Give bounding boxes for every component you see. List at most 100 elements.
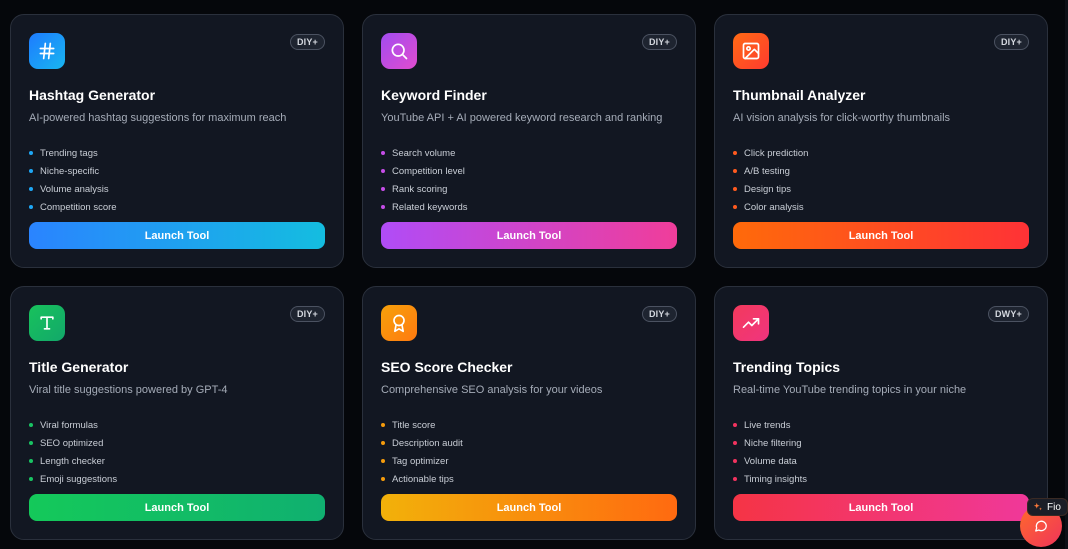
feature-list: Live trends Niche filtering Volume data … <box>733 416 807 488</box>
feature-list: Trending tags Niche-specific Volume anal… <box>29 144 117 216</box>
feature-label: Volume analysis <box>40 183 109 195</box>
plan-badge: DIY+ <box>641 34 677 50</box>
feature-label: Tag optimizer <box>392 455 449 467</box>
feature-item: Tag optimizer <box>381 452 463 470</box>
search-icon <box>381 33 417 69</box>
tool-title: Thumbnail Analyzer <box>733 87 866 103</box>
feature-item: Rank scoring <box>381 180 468 198</box>
hash-icon <box>29 33 65 69</box>
launch-tool-button[interactable]: Launch Tool <box>29 494 325 521</box>
feature-label: Color analysis <box>744 201 804 213</box>
launch-tool-button[interactable]: Launch Tool <box>381 494 677 521</box>
bullet-dot <box>29 477 33 481</box>
feature-item: Viral formulas <box>29 416 117 434</box>
feature-item: Click prediction <box>733 144 808 162</box>
feature-label: Description audit <box>392 437 463 449</box>
feature-label: Design tips <box>744 183 791 195</box>
feature-item: Volume analysis <box>29 180 117 198</box>
bullet-dot <box>381 441 385 445</box>
bullet-dot <box>29 441 33 445</box>
launch-tool-button[interactable]: Launch Tool <box>733 494 1029 521</box>
plan-badge: DIY+ <box>289 306 325 322</box>
feature-label: Volume data <box>744 455 797 467</box>
plan-badge: DWY+ <box>987 306 1029 322</box>
bullet-dot <box>733 187 737 191</box>
feature-item: Search volume <box>381 144 468 162</box>
tool-card-hashtag-generator: DIY+ Hashtag Generator AI-powered hashta… <box>10 14 344 268</box>
feature-item: Niche-specific <box>29 162 117 180</box>
feature-label: Emoji suggestions <box>40 473 118 485</box>
bullet-dot <box>29 459 33 463</box>
plan-badge: DIY+ <box>993 34 1029 50</box>
tools-grid: DIY+ Hashtag Generator AI-powered hashta… <box>10 14 1048 540</box>
feature-label: Viral formulas <box>40 419 98 431</box>
tool-title: Keyword Finder <box>381 87 487 103</box>
bullet-dot <box>29 205 33 209</box>
chat-bubble-icon <box>1034 519 1048 533</box>
feature-item: Timing insights <box>733 470 807 488</box>
feature-label: Niche filtering <box>744 437 802 449</box>
feature-item: Competition score <box>29 198 117 216</box>
feature-item: Live trends <box>733 416 807 434</box>
tool-card-thumbnail-analyzer: DIY+ Thumbnail Analyzer AI vision analys… <box>714 14 1048 268</box>
feature-list: Viral formulas SEO optimized Length chec… <box>29 416 117 488</box>
feature-item: Actionable tips <box>381 470 463 488</box>
feature-label: Competition level <box>392 165 465 177</box>
bullet-dot <box>381 151 385 155</box>
bullet-dot <box>29 151 33 155</box>
tool-card-title-generator: DIY+ Title Generator Viral title suggest… <box>10 286 344 540</box>
feature-item: Length checker <box>29 452 117 470</box>
bullet-dot <box>381 477 385 481</box>
launch-tool-button[interactable]: Launch Tool <box>29 222 325 249</box>
feature-label: Competition score <box>40 201 117 213</box>
tool-title: Hashtag Generator <box>29 87 156 103</box>
bullet-dot <box>381 423 385 427</box>
feature-label: Click prediction <box>744 147 809 159</box>
tool-title: Trending Topics <box>733 359 841 375</box>
feature-label: Live trends <box>744 419 791 431</box>
launch-tool-button[interactable]: Launch Tool <box>733 222 1029 249</box>
launch-tool-button[interactable]: Launch Tool <box>381 222 677 249</box>
bullet-dot <box>381 187 385 191</box>
tool-card-seo-score-checker: DIY+ SEO Score Checker Comprehensive SEO… <box>362 286 696 540</box>
bullet-dot <box>733 151 737 155</box>
feature-item: Volume data <box>733 452 807 470</box>
feature-item: SEO optimized <box>29 434 117 452</box>
bullet-dot <box>381 205 385 209</box>
tool-card-trending-topics: DWY+ Trending Topics Real-time YouTube t… <box>714 286 1048 540</box>
bullet-dot <box>733 423 737 427</box>
feature-item: A/B testing <box>733 162 808 180</box>
trending-up-icon <box>733 305 769 341</box>
tool-description: Viral title suggestions powered by GPT-4 <box>29 384 228 396</box>
tool-title: Title Generator <box>29 359 129 375</box>
sparkle-icon <box>1033 502 1043 512</box>
bullet-dot <box>29 187 33 191</box>
feature-item: Title score <box>381 416 463 434</box>
feature-label: Search volume <box>392 147 456 159</box>
feature-list: Title score Description audit Tag optimi… <box>381 416 463 488</box>
bullet-dot <box>733 477 737 481</box>
feature-label: Length checker <box>40 455 105 467</box>
bullet-dot <box>733 169 737 173</box>
feature-item: Design tips <box>733 180 808 198</box>
feature-item: Color analysis <box>733 198 808 216</box>
bullet-dot <box>733 441 737 445</box>
bullet-dot <box>29 169 33 173</box>
feature-item: Related keywords <box>381 198 468 216</box>
feature-label: Title score <box>392 419 436 431</box>
plan-badge: DIY+ <box>641 306 677 322</box>
feature-item: Emoji suggestions <box>29 470 117 488</box>
tool-description: AI vision analysis for click-worthy thum… <box>733 112 951 124</box>
feature-label: Trending tags <box>40 147 98 159</box>
bullet-dot <box>381 169 385 173</box>
feature-item: Trending tags <box>29 144 117 162</box>
tool-card-keyword-finder: DIY+ Keyword Finder YouTube API + AI pow… <box>362 14 696 268</box>
bullet-dot <box>733 459 737 463</box>
assistant-name: Fio <box>1047 501 1061 513</box>
assistant-label[interactable]: Fio <box>1027 498 1068 516</box>
feature-label: Related keywords <box>392 201 468 213</box>
feature-label: Timing insights <box>744 473 808 485</box>
bullet-dot <box>733 205 737 209</box>
type-icon <box>29 305 65 341</box>
feature-label: SEO optimized <box>40 437 104 449</box>
